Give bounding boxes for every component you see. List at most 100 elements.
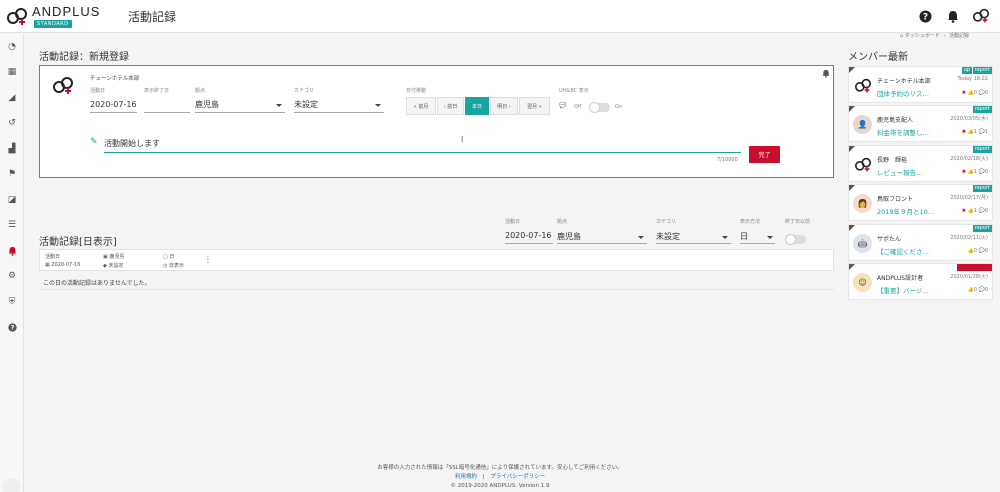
filter-display-select[interactable]: 日 — [740, 231, 748, 242]
filter-base-select[interactable]: 鹿児島 — [557, 231, 581, 242]
edit-icon[interactable]: ◪ — [0, 187, 24, 213]
meta-date-label: 活動日 — [45, 254, 61, 260]
report-tag: report — [972, 146, 992, 153]
breadcrumb-home[interactable]: ダッシュボード — [905, 33, 940, 39]
filter-date-underline — [505, 243, 553, 244]
prev-month-button[interactable]: « 前月 — [406, 97, 436, 115]
notify-bell-icon[interactable] — [822, 69, 830, 80]
today-button[interactable]: 本日 — [465, 97, 489, 115]
member-post-link[interactable]: 団体予約のリス… — [877, 88, 941, 98]
member-card[interactable]: report 👩 鳥取フロント 2020/02/17(月) 2019年９月と10… — [848, 184, 993, 221]
member-post-link[interactable]: 料金帯を調整し… — [877, 127, 941, 137]
comment-count: 0 — [984, 169, 988, 175]
svg-text:?: ? — [10, 324, 14, 331]
done-button[interactable]: 完了 — [749, 146, 780, 163]
chart-icon[interactable]: ▟ — [0, 136, 24, 162]
breadcrumb-current: 活動記録 — [948, 33, 969, 39]
member-post-link[interactable]: レビュー報告… — [877, 167, 941, 177]
char-count: 7/10000 — [717, 157, 738, 163]
flag-icon[interactable]: ⚑ — [0, 162, 24, 188]
important-tag — [957, 264, 992, 271]
help-icon[interactable]: ? — [916, 7, 934, 25]
category-underline — [294, 112, 384, 113]
member-stats: ✖ 👍1 💬1 — [962, 129, 988, 135]
breadcrumb: ⌂ ダッシュボード › 活動記録 — [900, 32, 969, 39]
report-tag: report — [972, 185, 992, 192]
history-icon[interactable]: ↺ — [0, 111, 24, 137]
card-corner — [849, 67, 855, 73]
member-card[interactable]: up report チェーンホテル本部 Today 18:22 団体予約のリス…… — [848, 66, 993, 103]
register-heading: 活動記録：新規登録 — [39, 52, 129, 63]
prev-day-button[interactable]: ‹ 前日 — [437, 97, 464, 115]
member-date: 2020/02/11(火) — [950, 235, 988, 241]
logo[interactable]: ANDPLUS STANDARD — [6, 4, 116, 30]
member-name: ANDPLUS設計者 — [877, 275, 924, 282]
avatar: ☺ — [853, 273, 872, 292]
breadcrumb-separator: › — [943, 33, 946, 39]
dashboard-icon[interactable]: ◔ — [0, 34, 24, 60]
member-name: チェーンホテル本部 — [877, 78, 931, 85]
bell-icon[interactable] — [0, 238, 24, 264]
text-cursor-icon: I — [461, 135, 464, 144]
filter-date-input[interactable]: 2020-07-16 — [505, 231, 552, 240]
svg-text:?: ? — [922, 12, 927, 22]
category-select[interactable]: 未設定 — [294, 99, 318, 110]
bell-icon[interactable] — [944, 7, 962, 25]
question-icon[interactable]: ? — [0, 315, 24, 341]
toggle-knob — [589, 102, 600, 113]
filter-display-chevron-down-icon — [767, 236, 773, 239]
member-post-link[interactable]: 【重要】バージ… — [877, 285, 941, 295]
toggle-on-label: On — [615, 104, 623, 110]
top-bar: ANDPLUS STANDARD 活動記録 ? — [0, 0, 1000, 33]
list-icon[interactable]: ☰ — [0, 213, 24, 239]
member-card[interactable]: report 長野 輝裕 2020/02/18(火) レビュー報告… ✖ 👍1 … — [848, 145, 993, 182]
member-name: 長野 輝裕 — [877, 157, 908, 164]
base-select[interactable]: 鹿児島 — [195, 99, 219, 110]
base-underline — [195, 112, 285, 113]
date-input[interactable]: 2020-07-16 — [90, 100, 137, 109]
sidebar: ◔ ▦ ◢ ↺ ▟ ⚑ ◪ ☰ ⚙ ⛨ ? — [0, 34, 24, 492]
home-icon: ⌂ — [900, 33, 904, 39]
up-tag: up — [961, 67, 972, 74]
filter-base-chevron-down-icon — [638, 236, 644, 239]
card-corner — [849, 225, 855, 231]
tag-icon[interactable]: ◢ — [0, 85, 24, 111]
meta-base: ▣ 鹿児島 — [103, 253, 124, 260]
member-post-link[interactable]: 【ご確認くださ… — [877, 246, 941, 256]
user-avatar-icon[interactable] — [972, 7, 990, 25]
gear-icon[interactable]: ⚙ — [0, 264, 24, 290]
like-count: 0 — [973, 287, 977, 293]
day-meta-row: 活動日 ▦ 2020-07-16 ▣ 鹿児島 ◆ 未設定 ▢ 日 ◷ 非表示 ⋮ — [39, 249, 834, 271]
more-menu-icon[interactable]: ⋮ — [204, 255, 212, 264]
filter-display-label: 表示方法 — [740, 219, 761, 225]
member-card[interactable]: ☺ ANDPLUS設計者 2020/01/28(火) 【重要】バージ… 👍0 💬… — [848, 263, 993, 300]
member-card[interactable]: report 🤖 サポたん 2020/02/11(火) 【ご確認くださ… 👍0 … — [848, 224, 993, 261]
chat-icon: 💬 — [559, 102, 567, 109]
next-month-button[interactable]: 翌月 » — [519, 97, 550, 115]
calendar-icon[interactable]: ▦ — [0, 60, 24, 86]
copyright: © 2019-2020 ANDPLUS. Version 1.9 — [450, 483, 550, 489]
privacy-link[interactable]: プライバシーポリシー — [490, 474, 545, 480]
footer: お客様の入力された情報は「SSL暗号化通信」により保護されています。安心してご利… — [0, 464, 1000, 491]
like-count: 1 — [973, 129, 977, 135]
member-post-link[interactable]: 2019年９月と10… — [877, 206, 941, 216]
filter-end-toggle[interactable] — [785, 234, 806, 245]
memo-input[interactable]: 活動開始します — [104, 138, 160, 149]
filter-date-label: 活動日 — [505, 219, 521, 225]
next-day-button[interactable]: 明日 › — [490, 97, 518, 115]
end-date-label: 表示終了日 — [144, 88, 170, 94]
andplus-logo-icon — [7, 8, 27, 25]
meta-hidden: ◷ 非表示 — [163, 262, 184, 269]
member-card[interactable]: report 👤 鹿児島支配人 2020/03/05(木) 料金帯を調整し… ✖… — [848, 105, 993, 142]
member-stats: ✖ 👍1 💬0 — [962, 208, 988, 214]
comment-count: 0 — [984, 208, 988, 214]
meta-date-text: 2020-07-16 — [51, 262, 81, 268]
uh-bc-toggle[interactable] — [589, 102, 610, 113]
terms-link[interactable]: 利用規約 — [455, 474, 477, 480]
footer-divider: | — [482, 474, 485, 480]
filter-end-label: 終了日以前 — [785, 219, 811, 225]
avatar — [853, 155, 872, 174]
shield-icon[interactable]: ⛨ — [0, 289, 24, 315]
filter-category-label: カテゴリ — [656, 219, 677, 225]
filter-category-select[interactable]: 未設定 — [656, 231, 680, 242]
